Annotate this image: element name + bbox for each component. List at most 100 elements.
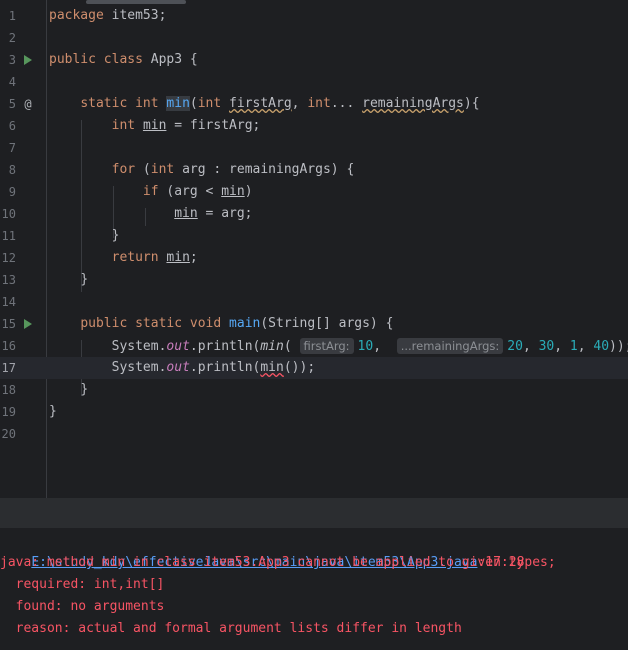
- package-name: item53;: [103, 8, 167, 23]
- variable-name: min: [174, 206, 198, 221]
- code-line[interactable]: 19 }: [0, 401, 628, 423]
- code-line[interactable]: 8 for (int arg : remainingArgs) {: [0, 159, 628, 181]
- code-text[interactable]: }: [49, 379, 88, 401]
- code-text[interactable]: int min = firstArg;: [49, 115, 261, 137]
- call-end: ));: [609, 339, 628, 354]
- line-number: 17: [1, 361, 16, 375]
- code-line[interactable]: 13 }: [0, 269, 628, 291]
- build-output-console[interactable]: E:\study_kdy\effectiveJava\src\main\java…: [0, 528, 628, 650]
- keyword: for: [111, 162, 136, 177]
- code-line[interactable]: 2: [0, 27, 628, 49]
- number-literal: 1: [569, 339, 578, 354]
- code-line[interactable]: 7: [0, 137, 628, 159]
- code-text[interactable]: min = arg;: [49, 203, 253, 225]
- code-line[interactable]: 6 int min = firstArg;: [0, 115, 628, 137]
- parameter-hint: firstArg:: [299, 338, 354, 354]
- code-line[interactable]: 10 min = arg;: [0, 203, 628, 225]
- code-text[interactable]: package item53;: [49, 5, 166, 27]
- static-field: out: [166, 360, 190, 375]
- number-literal: 40: [593, 339, 610, 354]
- variable-name: min: [166, 250, 190, 265]
- code-line[interactable]: 5 @ static int min(int firstArg, int... …: [0, 93, 628, 115]
- code-line[interactable]: 15 public static void main(String[] args…: [0, 313, 628, 335]
- code-line[interactable]: 4: [0, 71, 628, 93]
- brace: }: [80, 272, 89, 287]
- code-line[interactable]: 1 package item53;: [0, 5, 628, 27]
- line-number: 13: [1, 273, 16, 287]
- line-number: 4: [8, 75, 16, 89]
- run-icon[interactable]: [22, 313, 34, 335]
- code-text[interactable]: }: [49, 401, 57, 423]
- code-line[interactable]: 18 }: [0, 379, 628, 401]
- method-call: .println(: [189, 339, 261, 354]
- code-text[interactable]: if (arg < min): [49, 181, 253, 203]
- error-required: required: int,int[]: [0, 577, 165, 592]
- error-found: found: no arguments: [0, 599, 165, 614]
- line-number: 16: [1, 339, 16, 353]
- horizontal-scrollbar-thumb[interactable]: [86, 0, 186, 4]
- keyword: int: [307, 96, 331, 111]
- brace: }: [49, 404, 57, 419]
- class-ref: System.: [111, 339, 167, 354]
- keyword: int: [197, 96, 222, 111]
- keyword: void: [189, 316, 222, 331]
- code-text[interactable]: }: [49, 269, 88, 291]
- line-number: 18: [1, 383, 16, 397]
- number-literal: 10: [357, 339, 374, 354]
- keyword: int: [111, 118, 136, 133]
- code-text[interactable]: }: [49, 225, 120, 247]
- variable-name: min: [221, 184, 245, 199]
- run-icon[interactable]: [22, 49, 34, 71]
- keyword: int: [135, 96, 159, 111]
- code-line[interactable]: 11 }: [0, 225, 628, 247]
- call-end: ));: [291, 360, 316, 375]
- line-number: 7: [8, 141, 16, 155]
- code-text[interactable]: public class App3 {: [49, 49, 198, 71]
- code-line-current[interactable]: 17 System.out.println(min());: [0, 357, 628, 379]
- keyword: public: [49, 52, 96, 67]
- static-field: out: [166, 339, 190, 354]
- brace: }: [80, 382, 89, 397]
- variable-name: arg: [182, 162, 206, 177]
- code-text[interactable]: static int min(int firstArg, int... rema…: [49, 93, 480, 115]
- method-name: main: [229, 316, 261, 331]
- code-line[interactable]: 16 System.out.println(min( firstArg: 10, …: [0, 335, 628, 357]
- console-line: E:\study_kdy\effectiveJava\src\main\java…: [0, 530, 524, 570]
- line-number: 19: [1, 405, 16, 419]
- line-number: 2: [8, 31, 16, 45]
- code-text[interactable]: System.out.println(min());: [49, 357, 316, 379]
- keyword: public: [80, 316, 128, 331]
- code-text[interactable]: return min;: [49, 247, 198, 269]
- line-number: 14: [1, 295, 16, 309]
- keyword: static: [135, 316, 183, 331]
- param-name: remainingArgs: [362, 96, 464, 111]
- code-line[interactable]: 14: [0, 291, 628, 313]
- number-literal: 20: [507, 339, 523, 354]
- line-number: 20: [1, 427, 16, 441]
- code-text[interactable]: public static void main(String[] args) {: [49, 313, 393, 335]
- semicolon: ;: [189, 250, 198, 265]
- error-method-call: min: [260, 360, 284, 375]
- code-line[interactable]: 12 return min;: [0, 247, 628, 269]
- code-editor[interactable]: 1 package item53; 2 3 public class App3 …: [0, 0, 628, 498]
- line-number: 1: [8, 9, 16, 23]
- code-line[interactable]: 3 public class App3 {: [0, 49, 628, 71]
- paren: ): [244, 184, 253, 199]
- keyword: return: [111, 250, 159, 265]
- code-line[interactable]: 20: [0, 423, 628, 445]
- line-number: 8: [8, 163, 16, 177]
- line-number: 15: [1, 317, 16, 331]
- param-name: firstArg: [229, 96, 292, 111]
- code-text[interactable]: System.out.println(min( firstArg: 10, ...…: [49, 335, 628, 358]
- error-message: java: method min in class item53.App3 ca…: [0, 555, 556, 570]
- variable-name: min: [142, 118, 167, 133]
- error-reason: reason: actual and formal argument lists…: [0, 621, 462, 636]
- panel-divider[interactable]: [0, 498, 628, 528]
- override-marker-icon[interactable]: @: [22, 93, 34, 115]
- assignment: = firstArg;: [166, 118, 261, 133]
- varargs-ellipsis: ...: [330, 96, 355, 111]
- assignment: = arg;: [197, 206, 253, 221]
- number-literal: 30: [538, 339, 555, 354]
- code-text[interactable]: for (int arg : remainingArgs) {: [49, 159, 355, 181]
- code-line[interactable]: 9 if (arg < min): [0, 181, 628, 203]
